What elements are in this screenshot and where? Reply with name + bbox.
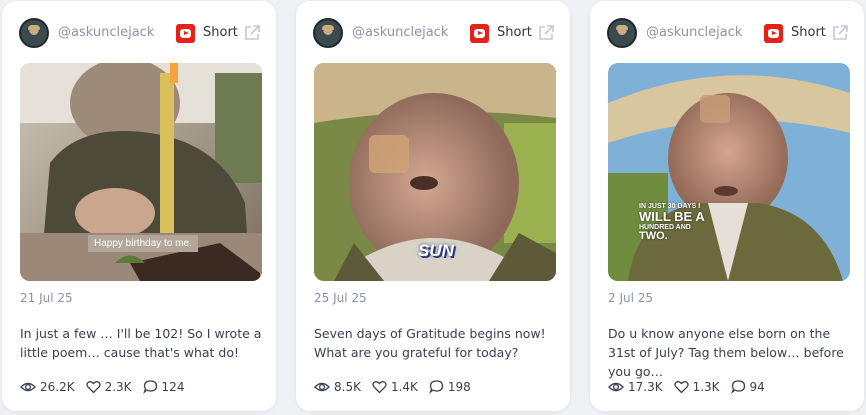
video-thumbnail[interactable]: SUN — [314, 63, 556, 281]
post-card[interactable]: @askunclejack Short IN JUST 30 DAYS I WI… — [590, 1, 864, 411]
likes-stat: 1.4K — [372, 380, 418, 394]
card-header: @askunclejack Short — [296, 1, 570, 63]
comments-count: 94 — [749, 380, 765, 394]
post-stats: 26.2K 2.3K 124 — [20, 378, 195, 396]
post-stats: 8.5K 1.4K 198 — [314, 378, 482, 396]
views-count: 26.2K — [40, 380, 75, 394]
post-caption: Seven days of Gratitude begins now! What… — [314, 326, 546, 360]
eye-icon — [608, 382, 624, 392]
youtube-icon — [764, 24, 783, 43]
overlay-text: SUN — [418, 241, 454, 260]
eye-icon — [314, 382, 330, 392]
thumbnail-image — [608, 63, 850, 281]
views-count: 17.3K — [628, 380, 663, 394]
comments-count: 198 — [447, 380, 471, 394]
comments-stat: 124 — [142, 380, 185, 394]
views-stat: 17.3K — [608, 380, 663, 394]
external-link-icon[interactable] — [537, 24, 555, 42]
eye-icon — [20, 382, 36, 392]
overlay-text: Happy birthday to me. — [94, 238, 192, 249]
comments-count: 124 — [161, 380, 185, 394]
likes-count: 1.4K — [390, 380, 418, 394]
card-header: @askunclejack Short — [2, 1, 276, 63]
overlay-text-line: TWO. — [639, 230, 668, 243]
card-header: @askunclejack Short — [590, 1, 864, 63]
post-type-label: Short — [203, 25, 238, 40]
post-caption: Do u know anyone else born on the 31st o… — [608, 326, 844, 379]
channel-handle[interactable]: @askunclejack — [352, 25, 448, 40]
post-type-label: Short — [791, 25, 826, 40]
views-stat: 26.2K — [20, 380, 75, 394]
views-stat: 8.5K — [314, 380, 361, 394]
youtube-icon — [470, 24, 489, 43]
post-caption: In just a few … I'll be 102! So I wrote … — [20, 326, 262, 360]
external-link-icon[interactable] — [243, 24, 261, 42]
likes-count: 1.3K — [692, 380, 720, 394]
likes-stat: 2.3K — [85, 380, 132, 394]
post-stats: 17.3K 1.3K 94 — [608, 378, 776, 396]
comment-icon — [142, 380, 157, 394]
video-thumbnail[interactable]: Happy birthday to me. — [20, 63, 262, 281]
comment-icon — [429, 380, 444, 394]
heart-icon — [372, 381, 387, 394]
post-card[interactable]: @askunclejack Short SUN 25 Jul 25 Seven … — [296, 1, 570, 411]
channel-handle[interactable]: @askunclejack — [58, 25, 154, 40]
views-count: 8.5K — [334, 380, 361, 394]
caption-overlay: SUN — [418, 241, 454, 261]
comment-icon — [730, 380, 745, 394]
post-type-label: Short — [497, 25, 532, 40]
heart-icon — [673, 381, 689, 394]
post-date: 21 Jul 25 — [20, 291, 73, 305]
post-card[interactable]: @askunclejack Short Happy birthday to me… — [2, 1, 276, 411]
avatar[interactable] — [313, 18, 343, 48]
caption-overlay: IN JUST 30 DAYS I WILL BE A HUNDRED AND … — [639, 203, 705, 243]
overlay-text-line: WILL BE A — [639, 209, 705, 225]
likes-stat: 1.3K — [673, 380, 720, 394]
channel-handle[interactable]: @askunclejack — [646, 25, 742, 40]
heart-icon — [85, 381, 101, 394]
caption-overlay: Happy birthday to me. — [88, 235, 198, 252]
external-link-icon[interactable] — [831, 24, 849, 42]
post-date: 2 Jul 25 — [608, 291, 654, 305]
avatar[interactable] — [19, 18, 49, 48]
post-date: 25 Jul 25 — [314, 291, 367, 305]
comments-stat: 94 — [730, 380, 765, 394]
likes-count: 2.3K — [104, 380, 132, 394]
youtube-icon — [176, 24, 195, 43]
video-thumbnail[interactable]: IN JUST 30 DAYS I WILL BE A HUNDRED AND … — [608, 63, 850, 281]
comments-stat: 198 — [429, 380, 471, 394]
avatar[interactable] — [607, 18, 637, 48]
